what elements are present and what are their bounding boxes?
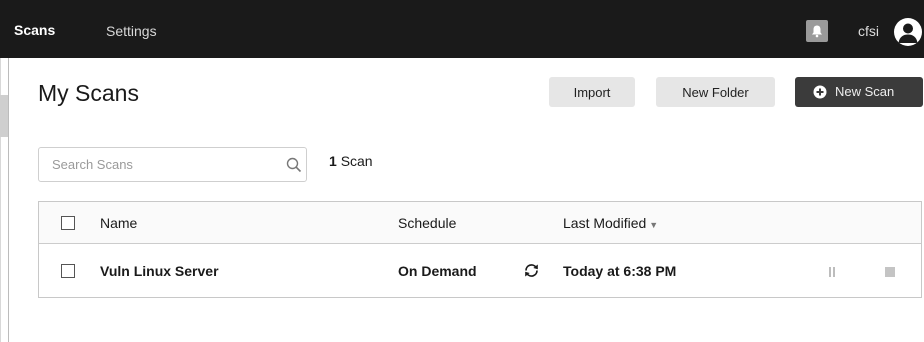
user-icon <box>898 23 918 43</box>
sidebar-collapsed-tab[interactable] <box>0 95 8 137</box>
sidebar-edge-inner <box>8 58 9 342</box>
row-checkbox[interactable] <box>61 264 75 278</box>
table-row[interactable]: Vuln Linux Server On Demand Today at 6:3… <box>39 244 921 297</box>
nav-settings[interactable]: Settings <box>106 23 157 39</box>
nav-scans[interactable]: Scans <box>14 22 55 38</box>
bell-icon <box>812 25 822 38</box>
new-folder-button-label: New Folder <box>682 84 749 100</box>
search-placeholder: Search Scans <box>52 157 133 172</box>
scan-count-number: 1 <box>329 153 337 169</box>
username[interactable]: cfsi <box>858 23 879 39</box>
import-button[interactable]: Import <box>549 77 635 107</box>
new-scan-button-label: New Scan <box>835 84 895 99</box>
column-header-last-modified-label: Last Modified <box>563 215 647 231</box>
new-scan-button[interactable]: New Scan <box>795 77 923 107</box>
table-header: Name Schedule Last Modified ▼ <box>39 202 921 244</box>
column-header-name[interactable]: Name <box>100 215 137 231</box>
sort-desc-icon: ▼ <box>649 220 659 230</box>
stop-icon[interactable] <box>885 267 895 277</box>
scans-table: Name Schedule Last Modified ▼ Vuln Linux … <box>38 201 922 298</box>
top-nav-bar: Scans Settings cfsi <box>0 0 924 58</box>
scan-count: 1 Scan <box>329 153 373 169</box>
pause-icon[interactable] <box>828 267 836 277</box>
notifications-button[interactable] <box>806 20 828 42</box>
search-icon[interactable] <box>286 157 302 173</box>
scan-schedule: On Demand <box>398 263 477 279</box>
select-all-checkbox[interactable] <box>61 216 75 230</box>
search-input[interactable]: Search Scans <box>38 147 307 182</box>
new-folder-button[interactable]: New Folder <box>656 77 775 107</box>
page-title: My Scans <box>38 80 139 106</box>
column-header-last-modified[interactable]: Last Modified ▼ <box>563 215 658 231</box>
scan-count-label: Scan <box>340 153 373 169</box>
import-button-label: Import <box>573 84 611 100</box>
avatar[interactable] <box>894 18 922 46</box>
scan-name[interactable]: Vuln Linux Server <box>100 263 219 279</box>
plus-circle-icon <box>813 85 827 99</box>
scan-last-modified: Today at 6:38 PM <box>563 263 677 279</box>
column-header-schedule[interactable]: Schedule <box>398 215 456 231</box>
refresh-icon[interactable] <box>523 262 540 279</box>
